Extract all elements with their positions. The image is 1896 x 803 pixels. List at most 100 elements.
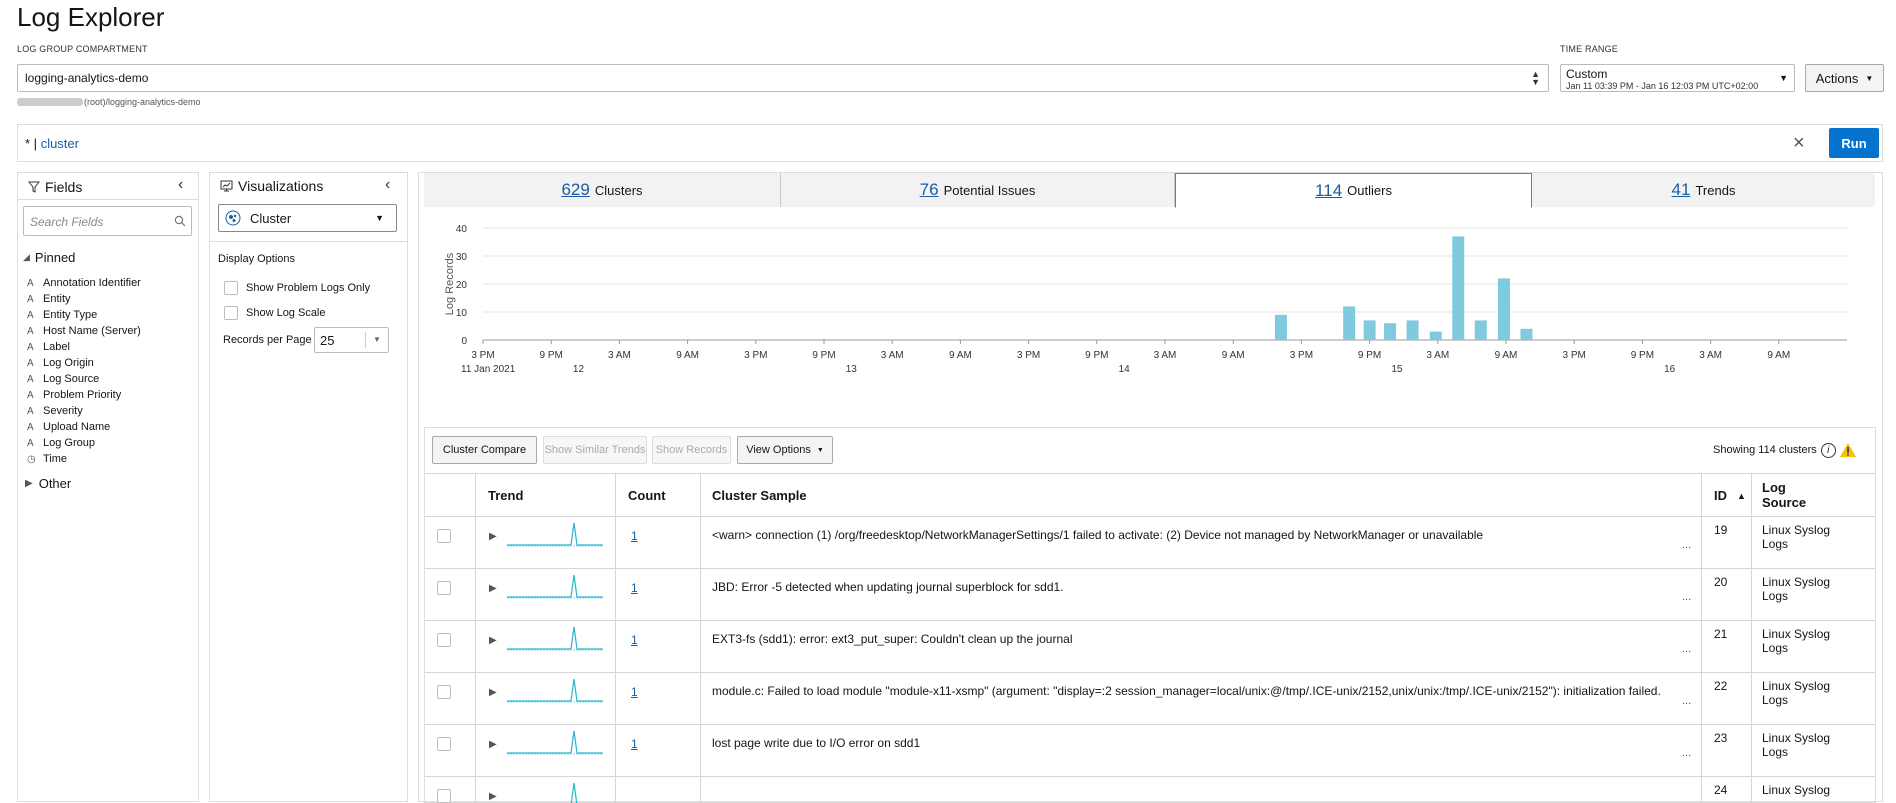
search-fields-input[interactable]: Search Fields (23, 206, 192, 236)
header-id[interactable]: ID ▲ (1714, 488, 1746, 503)
header-cluster-sample[interactable]: Cluster Sample (712, 488, 807, 503)
more-icon[interactable]: ... (1682, 539, 1691, 551)
show-similar-trends-button[interactable]: Show Similar Trends (543, 436, 647, 464)
log-source: Linux Syslog Logs (1762, 523, 1831, 551)
other-section-toggle[interactable]: ▶ Other (25, 476, 71, 491)
field-item[interactable]: A Problem Priority (27, 387, 197, 403)
count-link[interactable]: 1 (631, 529, 638, 543)
info-icon[interactable]: i (1820, 442, 1836, 458)
text-type-icon: A (27, 389, 34, 401)
histogram-bar (1452, 236, 1465, 340)
pinned-section-toggle[interactable]: ◢ Pinned (23, 250, 75, 265)
cluster-sample-text: EXT3-fs (sdd1): error: ext3_put_super: C… (712, 632, 1073, 646)
y-tick-label: 30 (456, 252, 468, 263)
row-checkbox[interactable] (437, 789, 451, 803)
table-row[interactable]: ▶ 1 JBD: Error -5 detected when updating j… (425, 569, 1875, 621)
warning-icon[interactable] (1839, 442, 1857, 458)
expand-row-icon[interactable]: ▶ (489, 791, 497, 802)
row-checkbox[interactable] (437, 529, 451, 543)
y-tick-label: 40 (456, 224, 468, 235)
more-icon[interactable]: ... (1682, 695, 1691, 707)
count-link[interactable]: 1 (631, 685, 638, 699)
collapse-visualizations-icon[interactable]: ‹ (385, 176, 390, 194)
records-per-page-label: Records per Page (223, 334, 312, 346)
cluster-table: Trend Count Cluster Sample ID ▲ Log Sour… (425, 473, 1875, 803)
time-range-select[interactable]: Custom Jan 11 03:39 PM - Jan 16 12:03 PM… (1560, 64, 1795, 92)
expand-row-icon[interactable]: ▶ (489, 687, 497, 698)
expand-row-icon[interactable]: ▶ (489, 583, 497, 594)
show-problem-logs-checkbox[interactable] (224, 281, 238, 295)
field-item[interactable]: A Log Group (27, 435, 197, 451)
header-log-source[interactable]: Log Source (1762, 480, 1822, 510)
row-checkbox[interactable] (437, 633, 451, 647)
actions-button[interactable]: Actions ▼ (1805, 64, 1884, 92)
visualization-select[interactable]: Cluster ▼ (218, 204, 397, 232)
tab-clusters[interactable]: 629 Clusters (424, 173, 781, 207)
header-trend[interactable]: Trend (488, 488, 523, 503)
field-item[interactable]: ◷ Time (27, 451, 197, 467)
caret-down-icon: ▼ (375, 213, 384, 223)
trend-sparkline (507, 574, 603, 599)
more-icon[interactable]: ... (1682, 643, 1691, 655)
time-range-label: TIME RANGE (1560, 44, 1619, 54)
tab-outliers[interactable]: 114 Outliers (1175, 173, 1532, 208)
row-checkbox[interactable] (437, 685, 451, 699)
clear-icon[interactable]: × (1793, 132, 1805, 155)
field-item[interactable]: A Entity Type (27, 307, 197, 323)
query-bar[interactable]: * | cluster × Run (17, 124, 1883, 162)
table-row[interactable]: ▶ 1 lost page write due to I/O error on sd… (425, 725, 1875, 777)
cluster-id: 20 (1714, 575, 1728, 589)
show-log-scale-option[interactable]: Show Log Scale (224, 306, 326, 320)
field-item[interactable]: A Annotation Identifier (27, 275, 197, 291)
expand-row-icon[interactable]: ▶ (489, 739, 497, 750)
field-item[interactable]: A Label (27, 339, 197, 355)
sort-ascending-icon: ▲ (1737, 490, 1746, 501)
tab-trends[interactable]: 41 Trends (1532, 173, 1875, 207)
count-link[interactable]: 1 (631, 581, 638, 595)
show-records-button[interactable]: Show Records (652, 436, 731, 464)
show-problem-logs-option[interactable]: Show Problem Logs Only (224, 281, 370, 295)
more-icon[interactable]: ... (1682, 747, 1691, 759)
histogram-bar (1384, 323, 1397, 340)
count-link[interactable]: 1 (631, 737, 638, 751)
histogram-bar (1274, 314, 1287, 340)
header-count[interactable]: Count (628, 488, 666, 503)
row-checkbox[interactable] (437, 737, 451, 751)
filter-icon (28, 181, 40, 193)
cluster-sample-text: JBD: Error -5 detected when updating jou… (712, 580, 1064, 594)
run-button[interactable]: Run (1829, 128, 1879, 158)
x-tick-label: 3 PM (744, 350, 767, 361)
collapse-fields-icon[interactable]: ‹ (178, 176, 183, 194)
table-row[interactable]: ▶ 24 Linux Syslog (425, 777, 1875, 803)
x-tick-label: 3 PM (1017, 350, 1040, 361)
count-link[interactable]: 1 (631, 633, 638, 647)
field-item[interactable]: A Entity (27, 291, 197, 307)
field-item[interactable]: A Upload Name (27, 419, 197, 435)
more-icon[interactable]: ... (1682, 591, 1691, 603)
table-row[interactable]: ▶ 1 module.c: Failed to load module "modul… (425, 673, 1875, 725)
time-range-detail: Jan 11 03:39 PM - Jan 16 12:03 PM UTC+02… (1566, 81, 1759, 91)
cluster-sample-text: module.c: Failed to load module "module-… (712, 684, 1661, 698)
field-item[interactable]: A Log Source (27, 371, 197, 387)
tab-potential-issues[interactable]: 76 Potential Issues (781, 173, 1175, 207)
row-checkbox[interactable] (437, 581, 451, 595)
x-tick-label: 3 AM (608, 350, 631, 361)
field-name: Problem Priority (43, 389, 122, 401)
table-row[interactable]: ▶ 1 EXT3-fs (sdd1): error: ext3_put_super:… (425, 621, 1875, 673)
view-options-button[interactable]: View Options ▼ (737, 436, 833, 464)
sort-arrows-icon: ▲ ▼ (1531, 69, 1540, 87)
expand-row-icon[interactable]: ▶ (489, 531, 497, 542)
histogram-bar (1363, 320, 1376, 340)
field-name: Host Name (Server) (43, 325, 141, 337)
table-row[interactable]: ▶ 1 <warn> connection (1) /org/freedesktop… (425, 517, 1875, 569)
field-item[interactable]: A Host Name (Server) (27, 323, 197, 339)
show-log-scale-checkbox[interactable] (224, 306, 238, 320)
field-item[interactable]: A Severity (27, 403, 197, 419)
histogram-bar (1406, 320, 1419, 340)
cluster-compare-button[interactable]: Cluster Compare (432, 436, 537, 464)
x-date-label: 11 Jan 2021 (461, 364, 516, 375)
compartment-select[interactable]: logging-analytics-demo ▲ ▼ (17, 64, 1549, 92)
expand-row-icon[interactable]: ▶ (489, 635, 497, 646)
field-item[interactable]: A Log Origin (27, 355, 197, 371)
records-per-page-select[interactable]: 25 ▼ (314, 327, 389, 353)
